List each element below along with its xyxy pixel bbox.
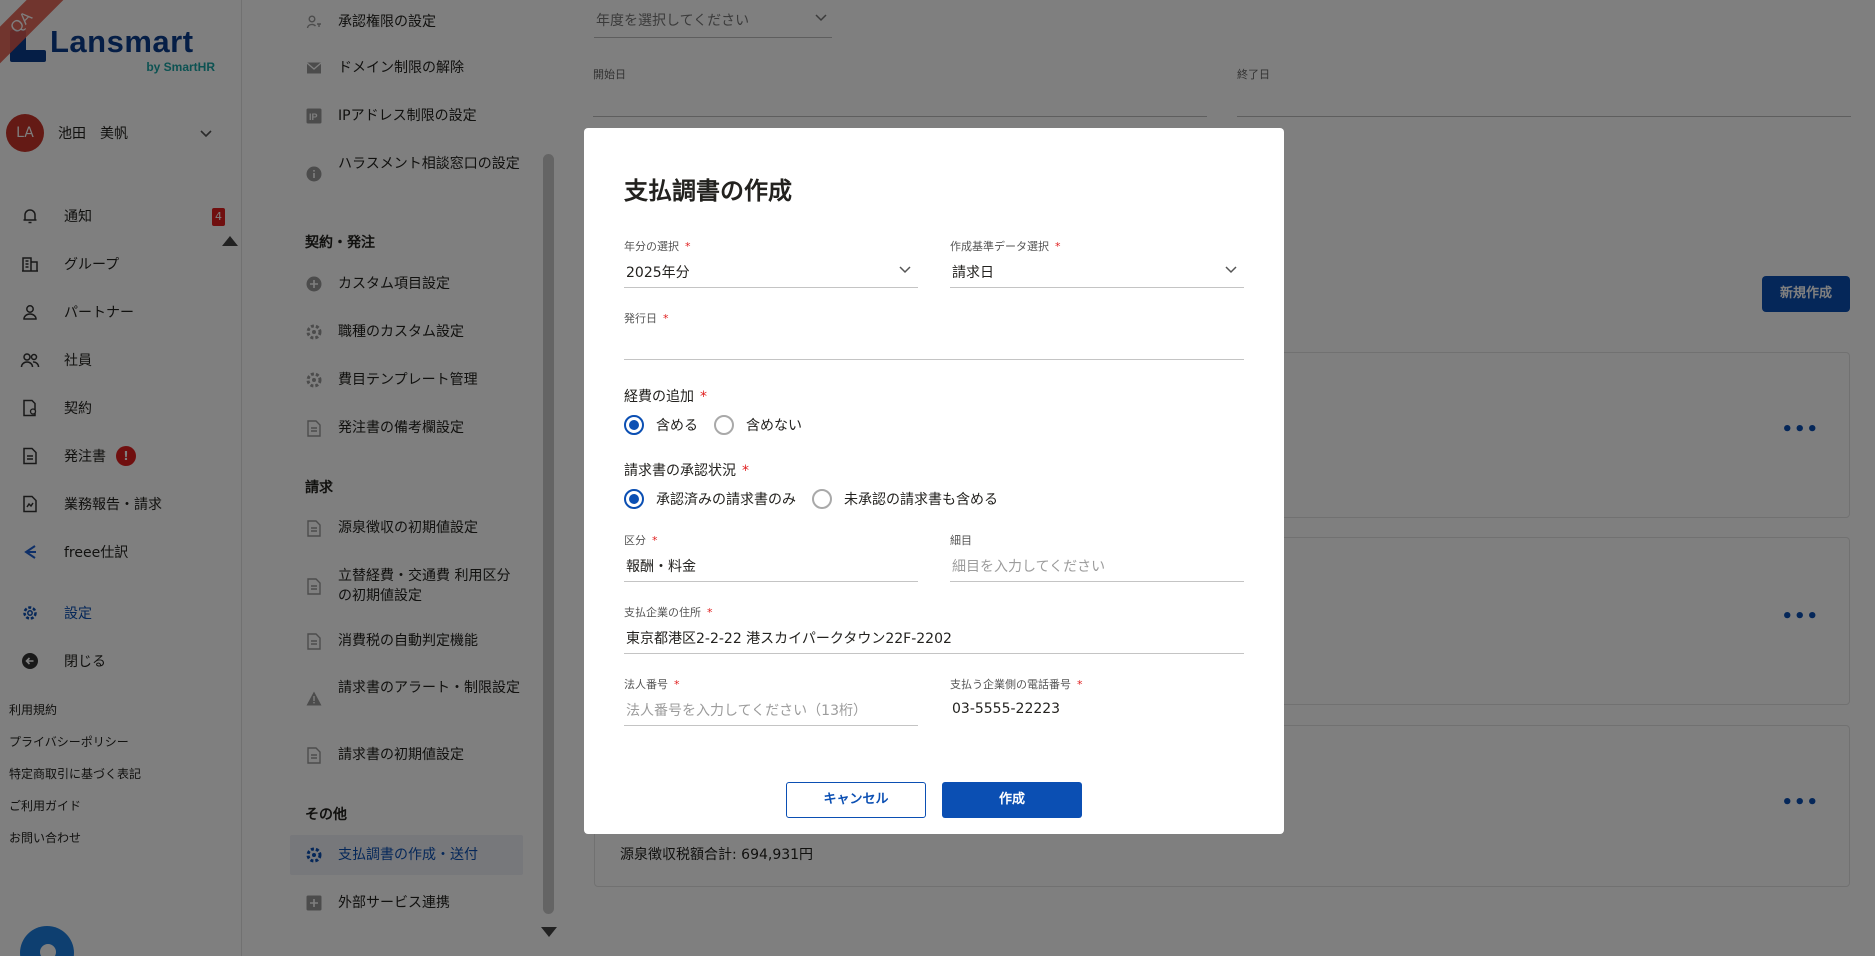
year-field-label: 年分の選択 *	[624, 240, 691, 253]
radio-include-unapproved[interactable]	[812, 489, 832, 509]
basis-select-value: 請求日	[952, 265, 994, 281]
expense-radio-group: 含める 含めない	[624, 415, 802, 435]
year-select-value: 2025年分	[626, 265, 690, 281]
address-input[interactable]: 東京都港区2-2-22 港スカイパークタウン22F-2202	[624, 622, 1244, 654]
corp-number-label: 法人番号 *	[624, 678, 680, 691]
radio-label: 含めない	[746, 418, 802, 434]
detail-field-label: 細目	[950, 534, 972, 547]
payment-record-dialog: 支払調書の作成 年分の選択 * 2025年分 作成基準データ選択 * 請求日 発行日…	[584, 128, 1284, 834]
basis-select[interactable]: 請求日	[950, 256, 1244, 288]
approval-group-label: 請求書の承認状況 *	[624, 463, 749, 479]
cancel-button[interactable]: キャンセル	[786, 782, 926, 818]
issue-date-label: 発行日 *	[624, 312, 669, 325]
corp-number-input[interactable]: 法人番号を入力してください（13桁）	[624, 694, 918, 726]
radio-approved-only[interactable]	[624, 489, 644, 509]
radio-label: 含める	[656, 418, 698, 434]
address-field-label: 支払企業の住所 *	[624, 606, 713, 619]
year-select[interactable]: 2025年分	[624, 256, 918, 288]
category-field-label: 区分 *	[624, 534, 658, 547]
expense-group-label: 経費の追加 *	[624, 389, 707, 405]
issue-date-input[interactable]	[624, 328, 1244, 360]
radio-label: 承認済みの請求書のみ	[656, 492, 796, 508]
chevron-down-icon	[898, 262, 912, 280]
detail-input[interactable]: 細目を入力してください	[950, 550, 1244, 582]
chevron-down-icon	[1224, 262, 1238, 280]
phone-field-label: 支払う企業側の電話番号 *	[950, 678, 1083, 691]
create-button[interactable]: 作成	[942, 782, 1082, 818]
dialog-title: 支払調書の作成	[624, 177, 792, 205]
radio-exclude-expense[interactable]	[714, 415, 734, 435]
radio-include-expense[interactable]	[624, 415, 644, 435]
basis-field-label: 作成基準データ選択 *	[950, 240, 1061, 253]
category-input[interactable]: 報酬・料金	[624, 550, 918, 582]
phone-input[interactable]: 03-5555-22223	[950, 695, 1244, 727]
radio-label: 未承認の請求書も含める	[844, 492, 998, 508]
approval-radio-group: 承認済みの請求書のみ 未承認の請求書も含める	[624, 489, 998, 509]
